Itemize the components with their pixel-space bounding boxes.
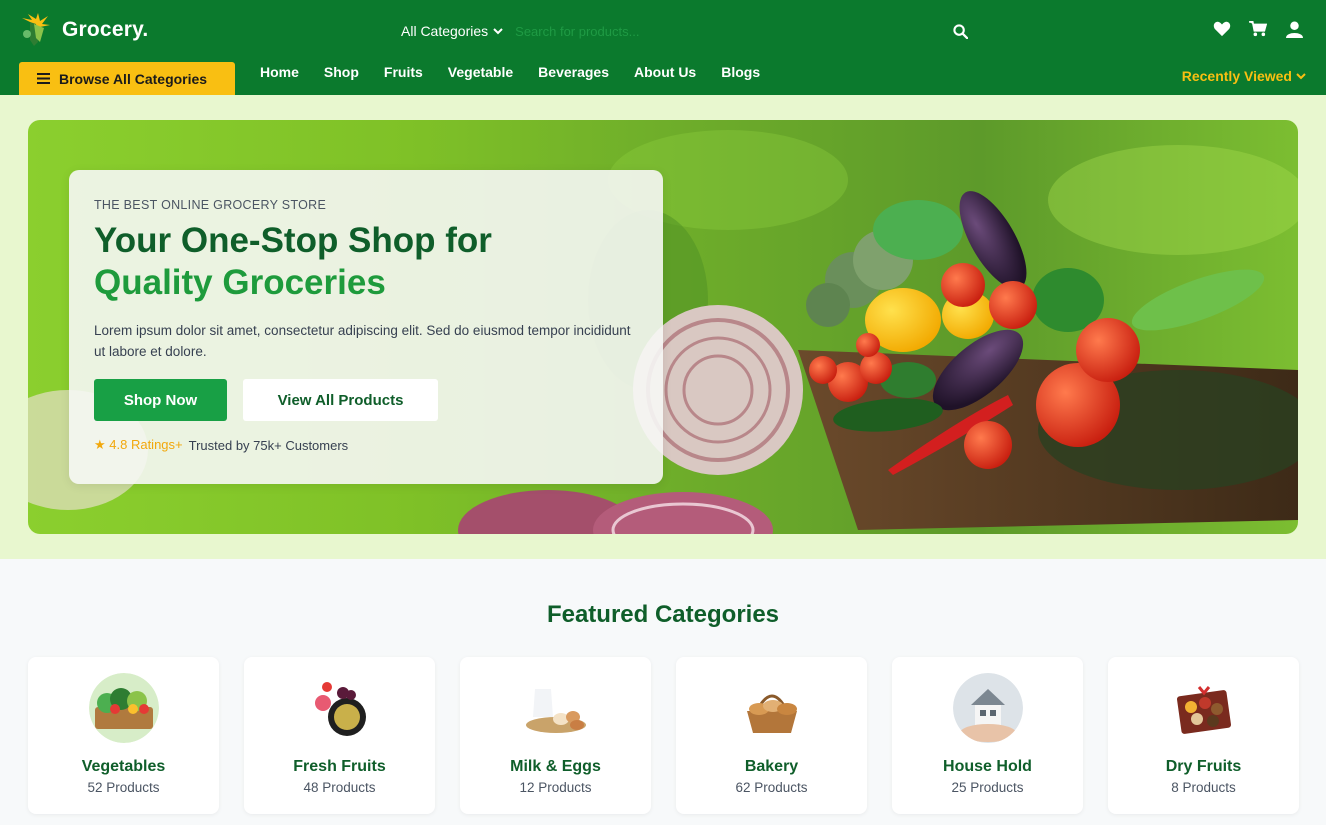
- hero-buttons: Shop Now View All Products: [94, 379, 638, 421]
- cart-icon: [1249, 21, 1267, 37]
- browse-categories-button[interactable]: Browse All Categories: [19, 62, 235, 95]
- brand-name: Grocery.: [62, 18, 149, 41]
- category-count: 52 Products: [87, 780, 160, 795]
- category-card-milk-eggs[interactable]: Milk & Eggs 12 Products: [460, 657, 651, 814]
- nav-item-fruits[interactable]: Fruits: [384, 62, 423, 84]
- heart-icon: [1213, 21, 1231, 37]
- category-card-vegetables[interactable]: Vegetables 52 Products: [28, 657, 219, 814]
- category-name: Dry Fruits: [1165, 758, 1242, 775]
- vegetables-basket-image: [88, 673, 159, 743]
- category-dropdown[interactable]: All Categories: [395, 23, 509, 39]
- hero-rating: ★ 4.8 Ratings+ Trusted by 75k+ Customers: [94, 437, 638, 453]
- recently-viewed-label: Recently Viewed: [1181, 68, 1292, 84]
- logo-vegetables-icon: [22, 13, 50, 46]
- category-count: 25 Products: [951, 780, 1024, 795]
- search-bar: All Categories: [395, 17, 975, 45]
- site-header: Grocery. All Categories Browse All Categ…: [0, 0, 1326, 95]
- milk-eggs-image: [520, 673, 591, 743]
- recently-viewed-dropdown[interactable]: Recently Viewed: [1182, 68, 1306, 84]
- category-count: 8 Products: [1171, 780, 1236, 795]
- category-list: Vegetables 52 Products Fresh Fruits 48 P…: [28, 657, 1299, 814]
- hero-title-line1: Your One-Stop Shop for: [94, 221, 492, 260]
- cart-button[interactable]: [1248, 18, 1268, 40]
- category-name: Milk & Eggs: [510, 758, 601, 775]
- category-card-fresh-fruits[interactable]: Fresh Fruits 48 Products: [244, 657, 435, 814]
- main-nav: Home Shop Fruits Vegetable Beverages Abo…: [260, 62, 785, 84]
- hero-title-line2: Quality Groceries: [94, 263, 386, 302]
- category-dropdown-label: All Categories: [401, 23, 489, 39]
- nav-item-blogs[interactable]: Blogs: [721, 62, 760, 84]
- category-name: Bakery: [744, 758, 799, 775]
- shop-now-button[interactable]: Shop Now: [94, 379, 227, 421]
- category-card-house-hold[interactable]: House Hold 25 Products: [892, 657, 1083, 814]
- hero-description: Lorem ipsum dolor sit amet, consectetur …: [94, 323, 631, 359]
- search-button[interactable]: [945, 17, 975, 45]
- category-name: Fresh Fruits: [293, 758, 386, 775]
- chevron-down-icon: [1296, 73, 1306, 80]
- browse-categories-label: Browse All Categories: [59, 70, 208, 87]
- category-count: 48 Products: [303, 780, 376, 795]
- nav-item-home[interactable]: Home: [260, 62, 299, 84]
- wishlist-button[interactable]: [1212, 18, 1232, 40]
- trusted-text: Trusted by 75k+ Customers: [188, 437, 349, 453]
- category-card-bakery[interactable]: Bakery 62 Products: [676, 657, 867, 814]
- category-name: House Hold: [943, 758, 1032, 775]
- user-icon: [1285, 20, 1303, 38]
- dry-fruits-box-image: [1168, 673, 1239, 743]
- nav-item-about-us[interactable]: About Us: [634, 62, 696, 84]
- nav-item-beverages[interactable]: Beverages: [538, 62, 609, 84]
- category-count: 12 Products: [519, 780, 592, 795]
- view-all-products-button[interactable]: View All Products: [243, 379, 438, 421]
- chevron-down-icon: [493, 28, 503, 35]
- hero-card: THE BEST ONLINE GROCERY STORE Your One-S…: [69, 170, 663, 484]
- search-icon: [952, 23, 968, 39]
- category-card-dry-fruits[interactable]: Dry Fruits 8 Products: [1108, 657, 1299, 814]
- nav-item-vegetable[interactable]: Vegetable: [448, 62, 513, 84]
- category-count: 62 Products: [735, 780, 808, 795]
- search-input[interactable]: [509, 17, 945, 45]
- header-icon-group: [1212, 18, 1304, 40]
- bakery-basket-image: [736, 673, 807, 743]
- featured-categories-title: Featured Categories: [546, 601, 780, 628]
- nav-item-shop[interactable]: Shop: [324, 62, 359, 84]
- logo[interactable]: Grocery.: [18, 12, 148, 48]
- rating-value: ★ 4.8 Ratings+: [94, 437, 183, 452]
- category-name: Vegetables: [81, 758, 166, 775]
- account-button[interactable]: [1284, 18, 1304, 40]
- menu-icon: [37, 73, 50, 84]
- hero-eyebrow: THE BEST ONLINE GROCERY STORE: [94, 198, 327, 212]
- house-hold-image: [952, 673, 1023, 743]
- fresh-fruits-image: [304, 673, 375, 743]
